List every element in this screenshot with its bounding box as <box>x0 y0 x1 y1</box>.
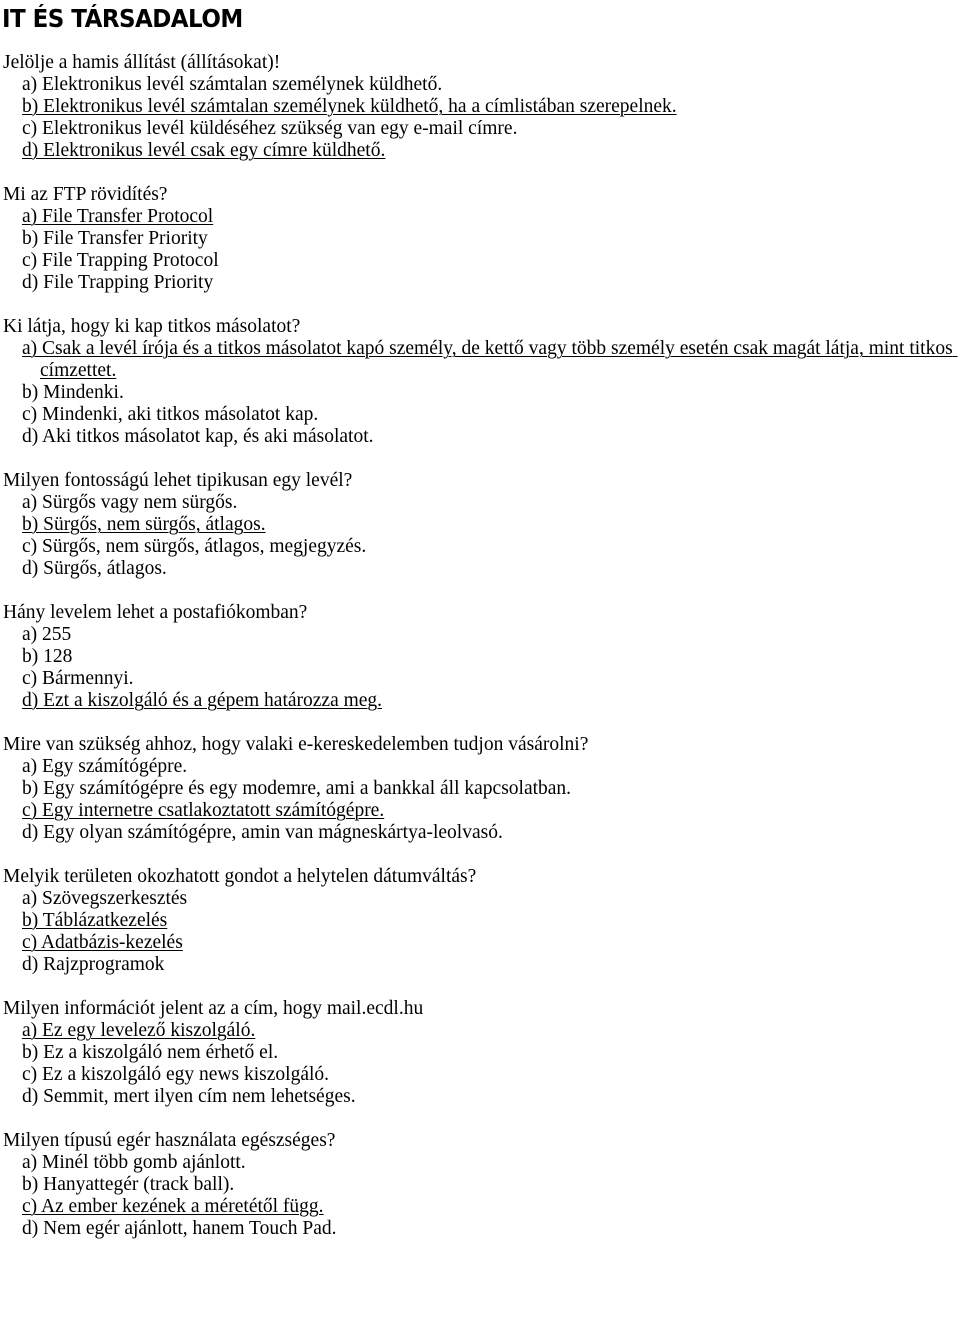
answer-option[interactable]: b) Egy számítógépre és egy modemre, ami … <box>22 778 960 800</box>
answer-option[interactable]: b) Hanyattegér (track ball). <box>22 1174 960 1196</box>
answer-option-correct[interactable]: d) Elektronikus levél csak egy címre kül… <box>22 140 960 162</box>
question-block: Milyen típusú egér használata egészséges… <box>0 1130 960 1240</box>
question-text: Mi az FTP rövidítés? <box>3 184 168 205</box>
answer-option[interactable]: a) Szövegszerkesztés <box>22 888 960 910</box>
answer-option[interactable]: a) Elektronikus levél számtalan személyn… <box>22 74 960 96</box>
answer-option[interactable]: d) Aki titkos másolatot kap, és aki máso… <box>22 426 960 448</box>
question-text: Milyen fontosságú lehet tipikusan egy le… <box>3 470 353 491</box>
answer-option-correct[interactable]: b) Táblázatkezelés <box>22 910 960 932</box>
answer-option[interactable]: d) Egy olyan számítógépre, amin van mágn… <box>22 822 960 844</box>
answer-option[interactable]: d) Sürgős, átlagos. <box>22 558 960 580</box>
answer-option-correct[interactable]: d) Ezt a kiszolgáló és a gépem határozza… <box>22 690 960 712</box>
answer-option-correct[interactable]: a) File Transfer Protocol <box>22 206 960 228</box>
answer-option[interactable]: b) 128 <box>22 646 960 668</box>
answer-option-correct[interactable]: c) Egy internetre csatlakoztatott számít… <box>22 800 960 822</box>
answer-option[interactable]: c) Elektronikus levél küldéséhez szükség… <box>22 118 960 140</box>
answer-option[interactable]: c) Mindenki, aki titkos másolatot kap. <box>22 404 960 426</box>
answer-option[interactable]: a) Minél több gomb ajánlott. <box>22 1152 960 1174</box>
answer-option[interactable]: b) Mindenki. <box>22 382 960 404</box>
question-text: Milyen típusú egér használata egészséges… <box>3 1130 336 1151</box>
question-block: Milyen fontosságú lehet tipikusan egy le… <box>0 470 960 580</box>
answer-option[interactable]: d) File Trapping Priority <box>22 272 960 294</box>
answer-option[interactable]: d) Nem egér ajánlott, hanem Touch Pad. <box>22 1218 960 1240</box>
answer-option[interactable]: b) Ez a kiszolgáló nem érhető el. <box>22 1042 960 1064</box>
answer-option[interactable]: c) File Trapping Protocol <box>22 250 960 272</box>
question-text: Hány levelem lehet a postafiókomban? <box>3 602 308 623</box>
answer-option[interactable]: a) 255 <box>22 624 960 646</box>
answer-option-correct[interactable]: b) Elektronikus levél számtalan személyn… <box>22 96 960 118</box>
question-block: Mire van szükség ahhoz, hogy valaki e-ke… <box>0 734 960 844</box>
question-list: Jelölje a hamis állítást (állításokat)! a… <box>0 52 960 1240</box>
document-page: IT ÉS TÁRSADALOM Jelölje a hamis állítás… <box>0 4 960 1325</box>
answer-option[interactable]: a) Sürgős vagy nem sürgős. <box>22 492 960 514</box>
question-block: Jelölje a hamis állítást (állításokat)! a… <box>0 52 960 162</box>
page-title: IT ÉS TÁRSADALOM <box>2 4 243 33</box>
answer-option-correct[interactable]: c) Az ember kezének a méretétől függ. <box>22 1196 960 1218</box>
question-block: Melyik területen okozhatott gondot a hel… <box>0 866 960 976</box>
question-block: Ki látja, hogy ki kap titkos másolatot? a… <box>0 316 960 448</box>
answer-option[interactable]: d) Rajzprogramok <box>22 954 960 976</box>
title-spacer <box>0 34 960 52</box>
answer-option-correct[interactable]: b) Sürgős, nem sürgős, átlagos. <box>22 514 960 536</box>
question-block: Mi az FTP rövidítés? a) File Transfer Pro… <box>0 184 960 294</box>
question-text: Milyen információt jelent az a cím, hogy… <box>3 998 424 1019</box>
answer-option[interactable]: c) Ez a kiszolgáló egy news kiszolgáló. <box>22 1064 960 1086</box>
question-text: Jelölje a hamis állítást (állításokat)! <box>3 52 281 73</box>
answer-option[interactable]: b) File Transfer Priority <box>22 228 960 250</box>
answer-option-correct[interactable]: a) Ez egy levelező kiszolgáló. <box>22 1020 960 1042</box>
answer-option[interactable]: a) Egy számítógépre. <box>22 756 960 778</box>
question-block: Hány levelem lehet a postafiókomban? a) 2… <box>0 602 960 712</box>
answer-option[interactable]: c) Bármennyi. <box>22 668 960 690</box>
question-block: Milyen információt jelent az a cím, hogy… <box>0 998 960 1108</box>
answer-option[interactable]: d) Semmit, mert ilyen cím nem lehetséges… <box>22 1086 960 1108</box>
question-text: Mire van szükség ahhoz, hogy valaki e-ke… <box>3 734 589 755</box>
question-text: Ki látja, hogy ki kap titkos másolatot? <box>3 316 301 337</box>
question-text: Melyik területen okozhatott gondot a hel… <box>3 866 477 887</box>
answer-option-correct[interactable]: c) Adatbázis-kezelés <box>22 932 960 954</box>
answer-option-correct[interactable]: a) Csak a levél írója és a titkos másola… <box>22 338 960 382</box>
answer-option[interactable]: c) Sürgős, nem sürgős, átlagos, megjegyz… <box>22 536 960 558</box>
